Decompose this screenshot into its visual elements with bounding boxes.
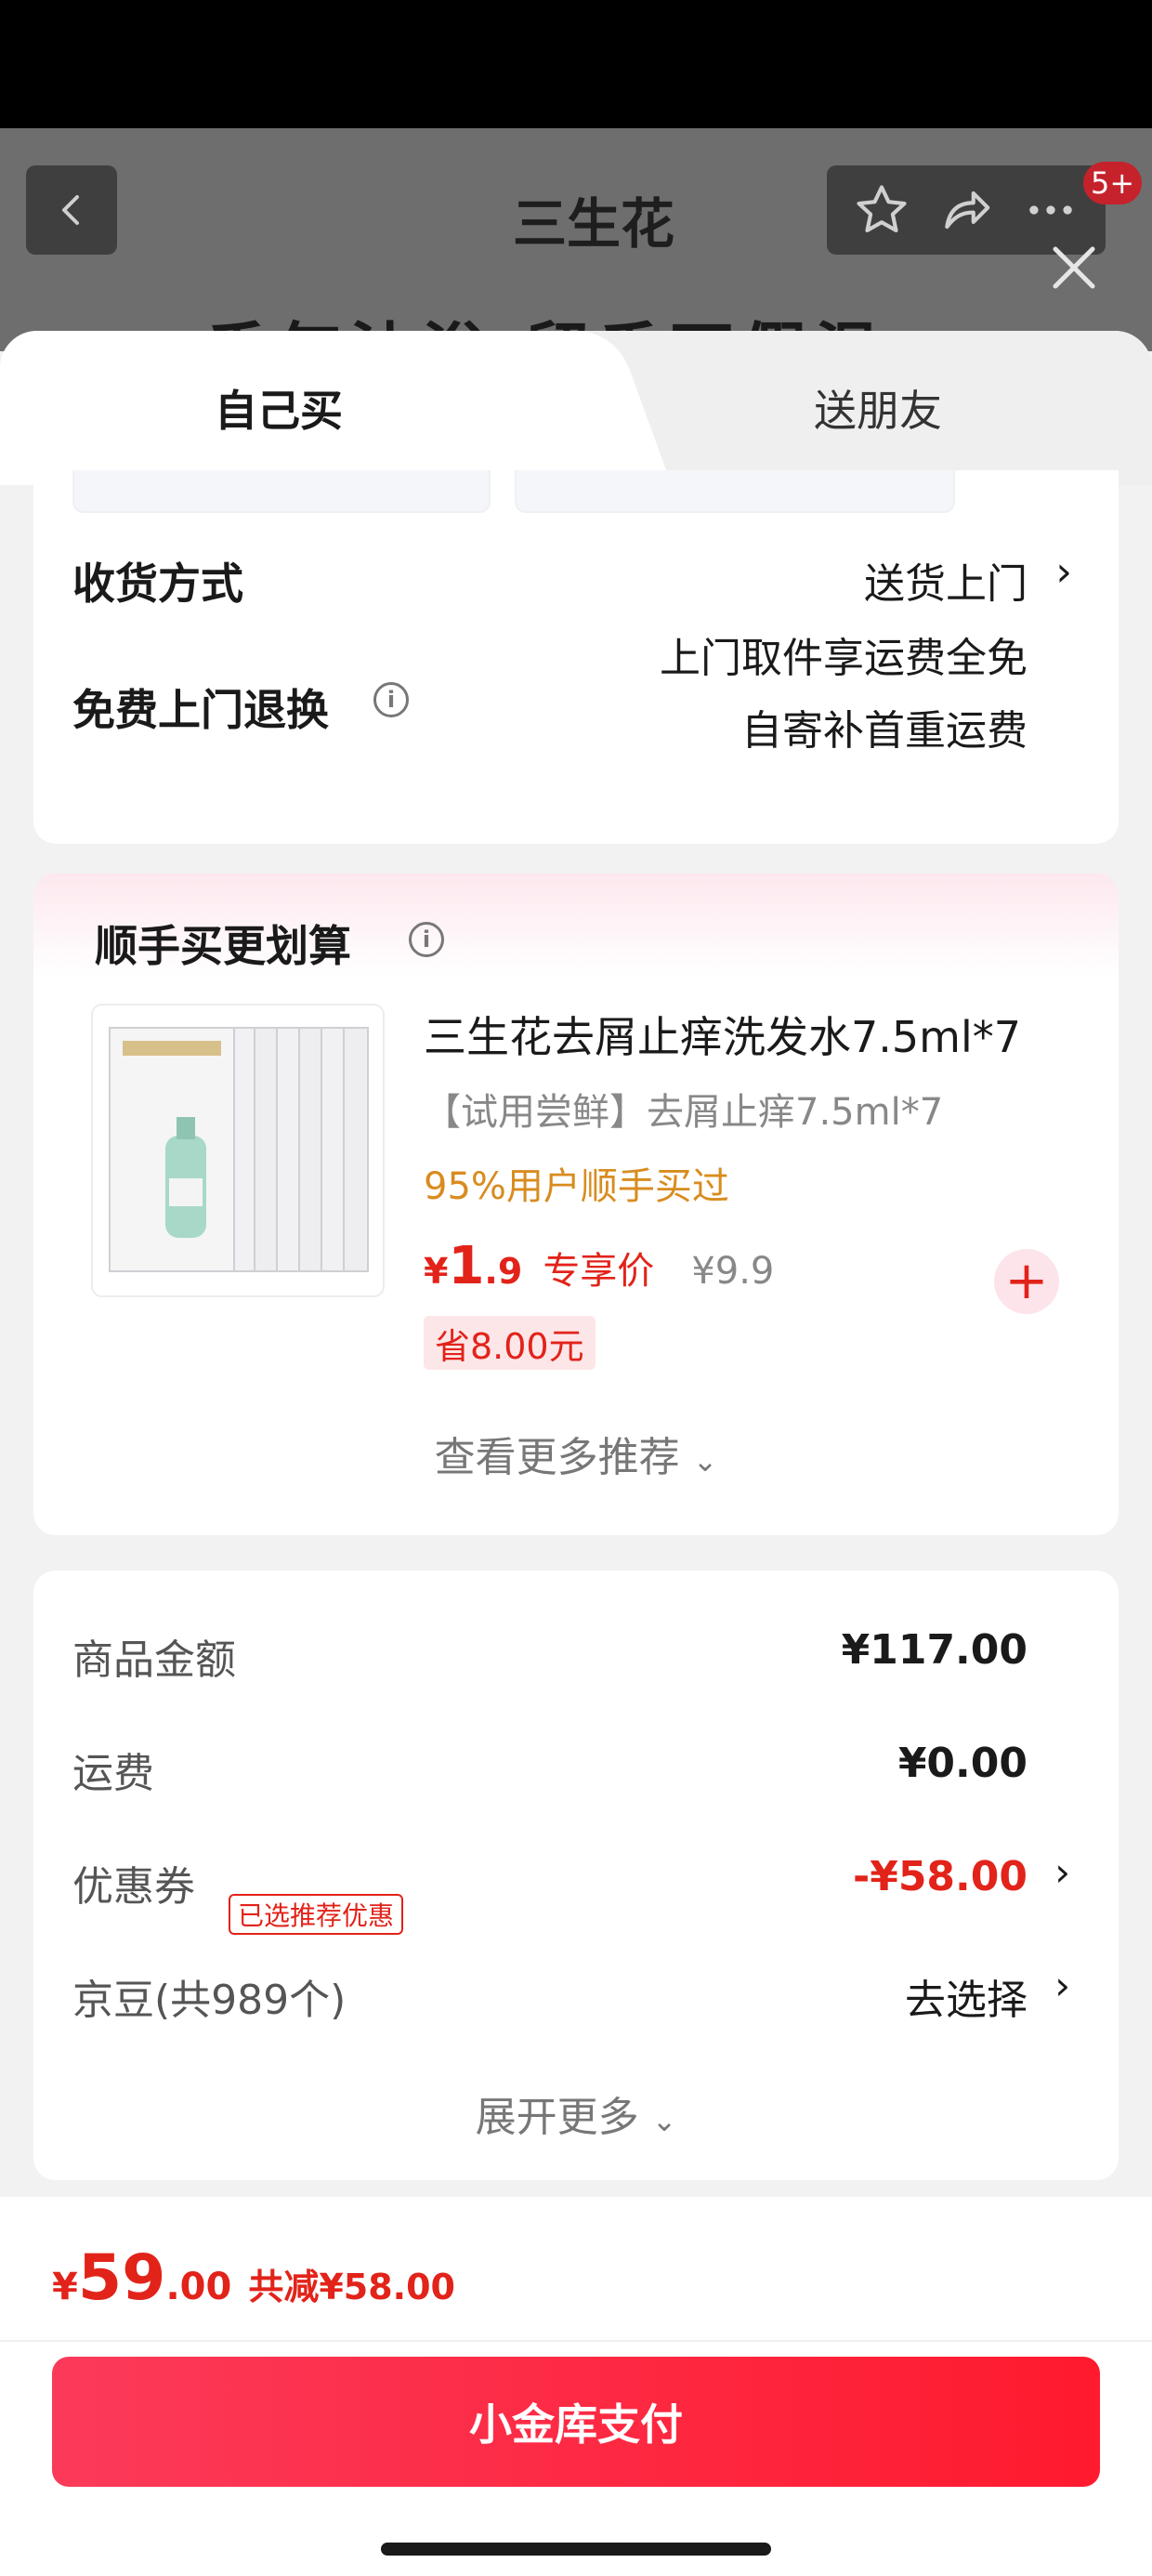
- price-tag: 专享价: [543, 1250, 655, 1293]
- more-recommend-link[interactable]: 查看更多推荐 ⌄: [33, 1424, 1119, 1483]
- chevron-right-icon[interactable]: ›: [1055, 548, 1072, 596]
- pay-button[interactable]: 小金库支付: [52, 2357, 1100, 2487]
- goods-amount-value: ¥117.00: [841, 1626, 1028, 1674]
- expand-more-link[interactable]: 展开更多 ⌄: [33, 2083, 1119, 2143]
- free-return-line2: 自寄补首重运费: [741, 707, 1028, 755]
- price-integer: 1: [448, 1236, 485, 1296]
- share-icon[interactable]: [937, 181, 995, 239]
- original-price: ¥9.9: [691, 1250, 775, 1293]
- coupon-label: 优惠券: [72, 1863, 195, 1911]
- recommend-title: 顺手买更划算: [95, 921, 351, 971]
- back-button[interactable]: [26, 165, 117, 255]
- free-return-label: 免费上门退换: [72, 685, 329, 735]
- message-badge: 5+: [1083, 162, 1143, 204]
- total-decimal: .00: [165, 2266, 232, 2308]
- chevron-right-icon[interactable]: ›: [1054, 1849, 1070, 1895]
- product-stat: 95%用户顺手买过: [424, 1165, 729, 1208]
- product-name[interactable]: 三生花去屑止痒洗发水7.5ml*7: [424, 1004, 1021, 1065]
- price-decimal: .9: [484, 1251, 523, 1292]
- delivery-method-label: 收货方式: [72, 559, 243, 609]
- info-icon[interactable]: i: [373, 682, 409, 717]
- total-price: ¥ 59 .00 共减¥58.00: [52, 2241, 455, 2315]
- tab-gift[interactable]: 送朋友: [632, 331, 1124, 485]
- tab-self[interactable]: 自己买: [0, 331, 557, 485]
- price-summary-card: 商品金额 ¥117.00 运费 ¥0.00 优惠券 已选推荐优惠 -¥58.00…: [33, 1571, 1119, 2180]
- plus-icon: +: [1004, 1251, 1049, 1311]
- recommend-card: 顺手买更划算 i 三生花去屑止痒洗发水7.5ml*7 【试用尝鲜】去屑止痒7.5…: [33, 874, 1119, 1535]
- total-integer: 59: [77, 2241, 166, 2315]
- goods-amount-label: 商品金额: [72, 1636, 236, 1684]
- chevron-left-icon: [62, 195, 79, 225]
- bottom-pay-bar: ¥ 59 .00 共减¥58.00 小金库支付: [0, 2197, 1152, 2576]
- coupon-badge: 已选推荐优惠: [229, 1894, 404, 1935]
- product-sachets-image: [93, 1005, 383, 1295]
- more-icon[interactable]: [1022, 181, 1080, 239]
- total-reduction: 共减¥58.00: [248, 2267, 455, 2307]
- background-page: 三生花 5+ 香气沐浴 留香不假温: [0, 128, 1152, 351]
- product-image[interactable]: [91, 1004, 385, 1297]
- free-return-line1: 上门取件享运费全免: [660, 635, 1028, 682]
- add-to-cart-button[interactable]: +: [994, 1249, 1059, 1314]
- jd-beans-label: 京豆(共989个): [72, 1977, 347, 2024]
- info-icon[interactable]: i: [409, 922, 444, 957]
- chevron-down-icon: ⌄: [651, 2103, 677, 2138]
- home-indicator: [381, 2543, 771, 2556]
- total-currency: ¥: [52, 2266, 78, 2308]
- product-subtitle: 【试用尝鲜】去屑止痒7.5ml*7: [424, 1091, 944, 1134]
- checkout-sheet: 自己买 送朋友 收货方式 送货上门 › 免费上门退换 i 上门取件享运费全免 自…: [0, 331, 1152, 2576]
- divider: [0, 2340, 1152, 2342]
- delivery-method-value[interactable]: 送货上门: [864, 550, 1028, 610]
- freight-value: ¥0.00: [897, 1740, 1028, 1787]
- price-currency: ¥: [424, 1251, 449, 1292]
- save-badge: 省8.00元: [424, 1316, 596, 1370]
- brand-logo: 三生花: [513, 192, 675, 256]
- expand-more-label: 展开更多: [475, 2094, 639, 2141]
- status-bar: [0, 0, 1152, 128]
- chevron-right-icon[interactable]: ›: [1054, 1963, 1070, 2008]
- freight-label: 运费: [72, 1750, 154, 1797]
- delivery-card: 收货方式 送货上门 › 免费上门退换 i 上门取件享运费全免 自寄补首重运费: [33, 470, 1119, 844]
- jd-beans-value[interactable]: 去选择: [905, 1966, 1028, 2026]
- tab-bar: 自己买 送朋友: [0, 331, 1152, 485]
- coupon-value[interactable]: -¥58.00: [853, 1853, 1028, 1900]
- more-recommend-label: 查看更多推荐: [434, 1434, 680, 1481]
- close-icon[interactable]: [1044, 238, 1104, 297]
- product-price: ¥ 1 .9 专享价 ¥9.9: [424, 1236, 774, 1296]
- star-icon[interactable]: [853, 181, 910, 239]
- chevron-down-icon: ⌄: [692, 1443, 718, 1479]
